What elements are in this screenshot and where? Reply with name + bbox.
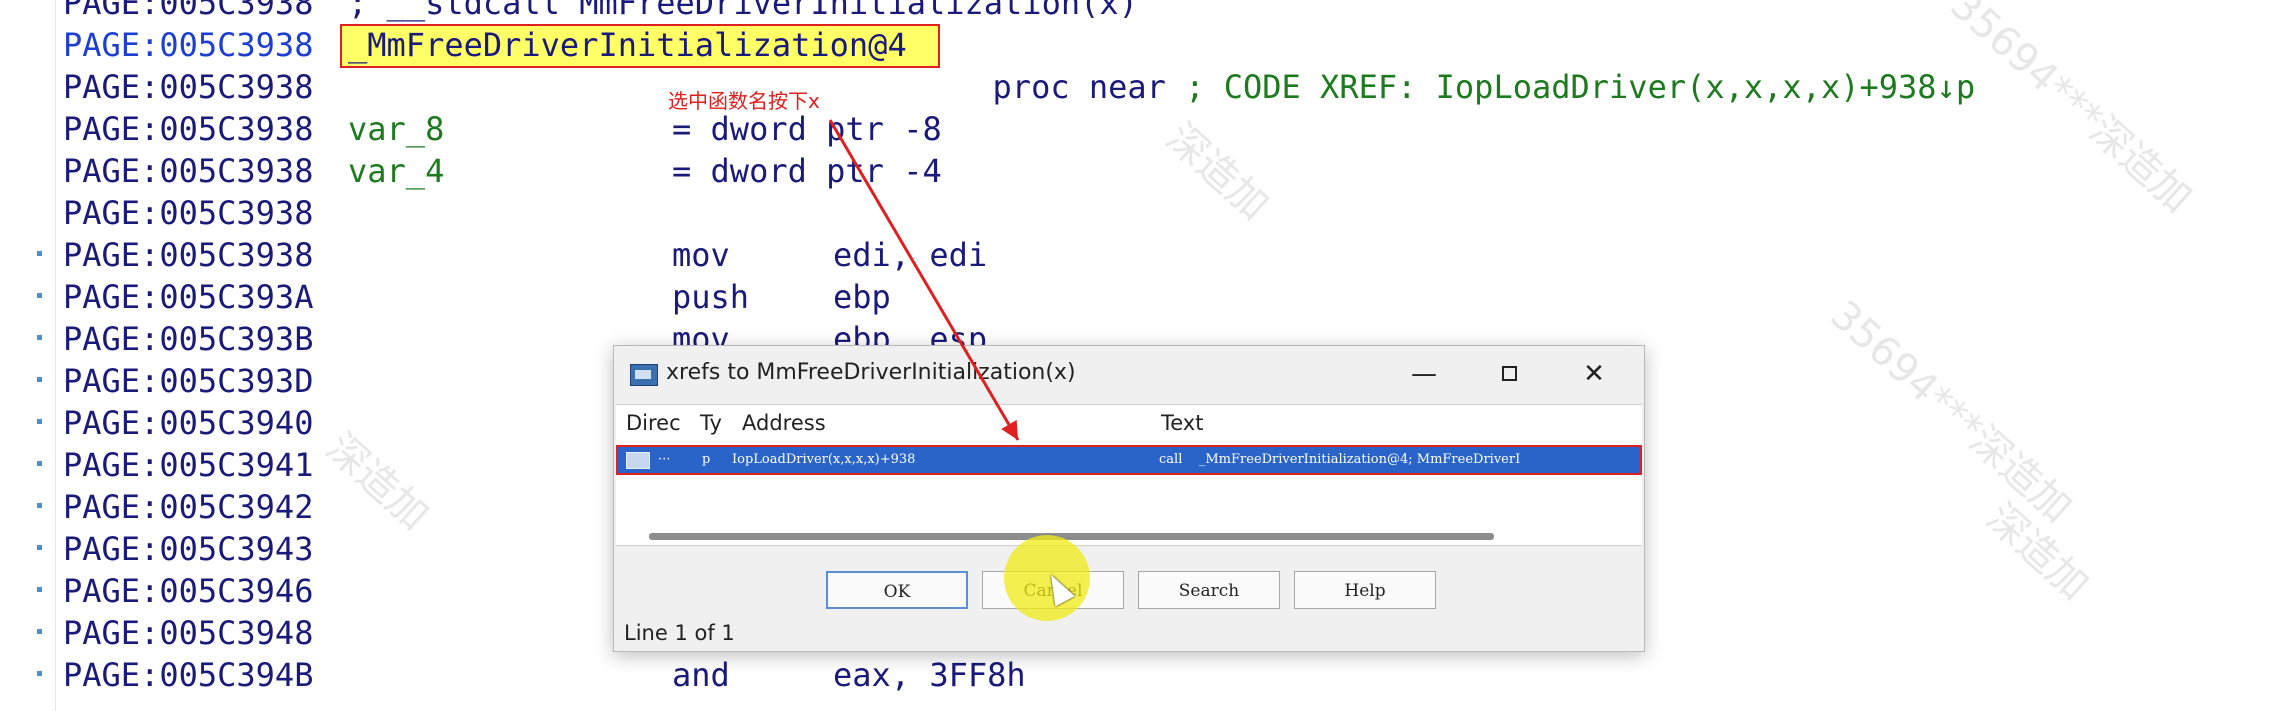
annotation-arrow	[828, 119, 1020, 441]
